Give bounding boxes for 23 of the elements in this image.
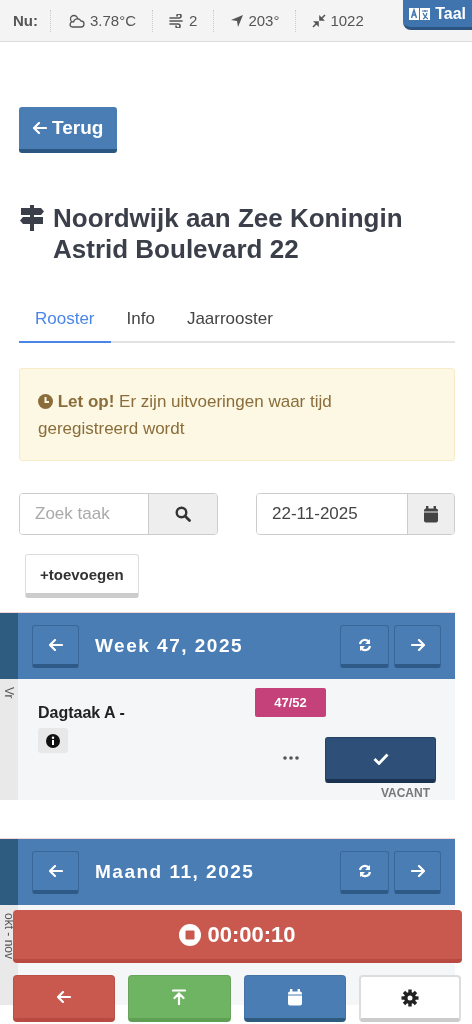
search-field[interactable]: Zoek taak — [19, 493, 218, 535]
period-title: Maand 11, 2025 — [94, 861, 256, 883]
weather-value: 203° — [248, 12, 280, 29]
status-label: VACANT — [380, 786, 430, 800]
now-label: Nu: — [0, 9, 51, 32]
side-label: okt - nov — [2, 913, 16, 962]
tab[interactable]: Rooster — [19, 300, 111, 343]
weather-value: 2 — [189, 12, 198, 29]
back-button[interactable]: Terug — [19, 107, 118, 153]
weather-value: 1022 — [330, 12, 364, 29]
language-button[interactable]: Taal — [403, 0, 472, 30]
date-field[interactable]: 22-11-2025 — [256, 493, 455, 535]
counter-badge: 47/52 — [255, 688, 326, 717]
weather-value: 3.78°C — [90, 12, 137, 29]
add-button[interactable]: +toevoegen — [25, 554, 139, 598]
page-title: Noordwijk aan Zee Koningin Astrid Boulevard 22 — [53, 203, 404, 265]
stop-timer-button[interactable]: 00:00:10 — [13, 910, 462, 963]
side-label: Vr — [2, 687, 16, 701]
task-name: Dagtaak A - — [38, 704, 126, 722]
tab[interactable]: Jaarrooster — [170, 300, 289, 343]
period-title: Week 47, 2025 — [94, 635, 245, 657]
tab[interactable]: Info — [110, 300, 171, 343]
alert-message: Let op! Er zijn uitvoeringen waar tijd geregistreerd wordt — [38, 391, 333, 440]
